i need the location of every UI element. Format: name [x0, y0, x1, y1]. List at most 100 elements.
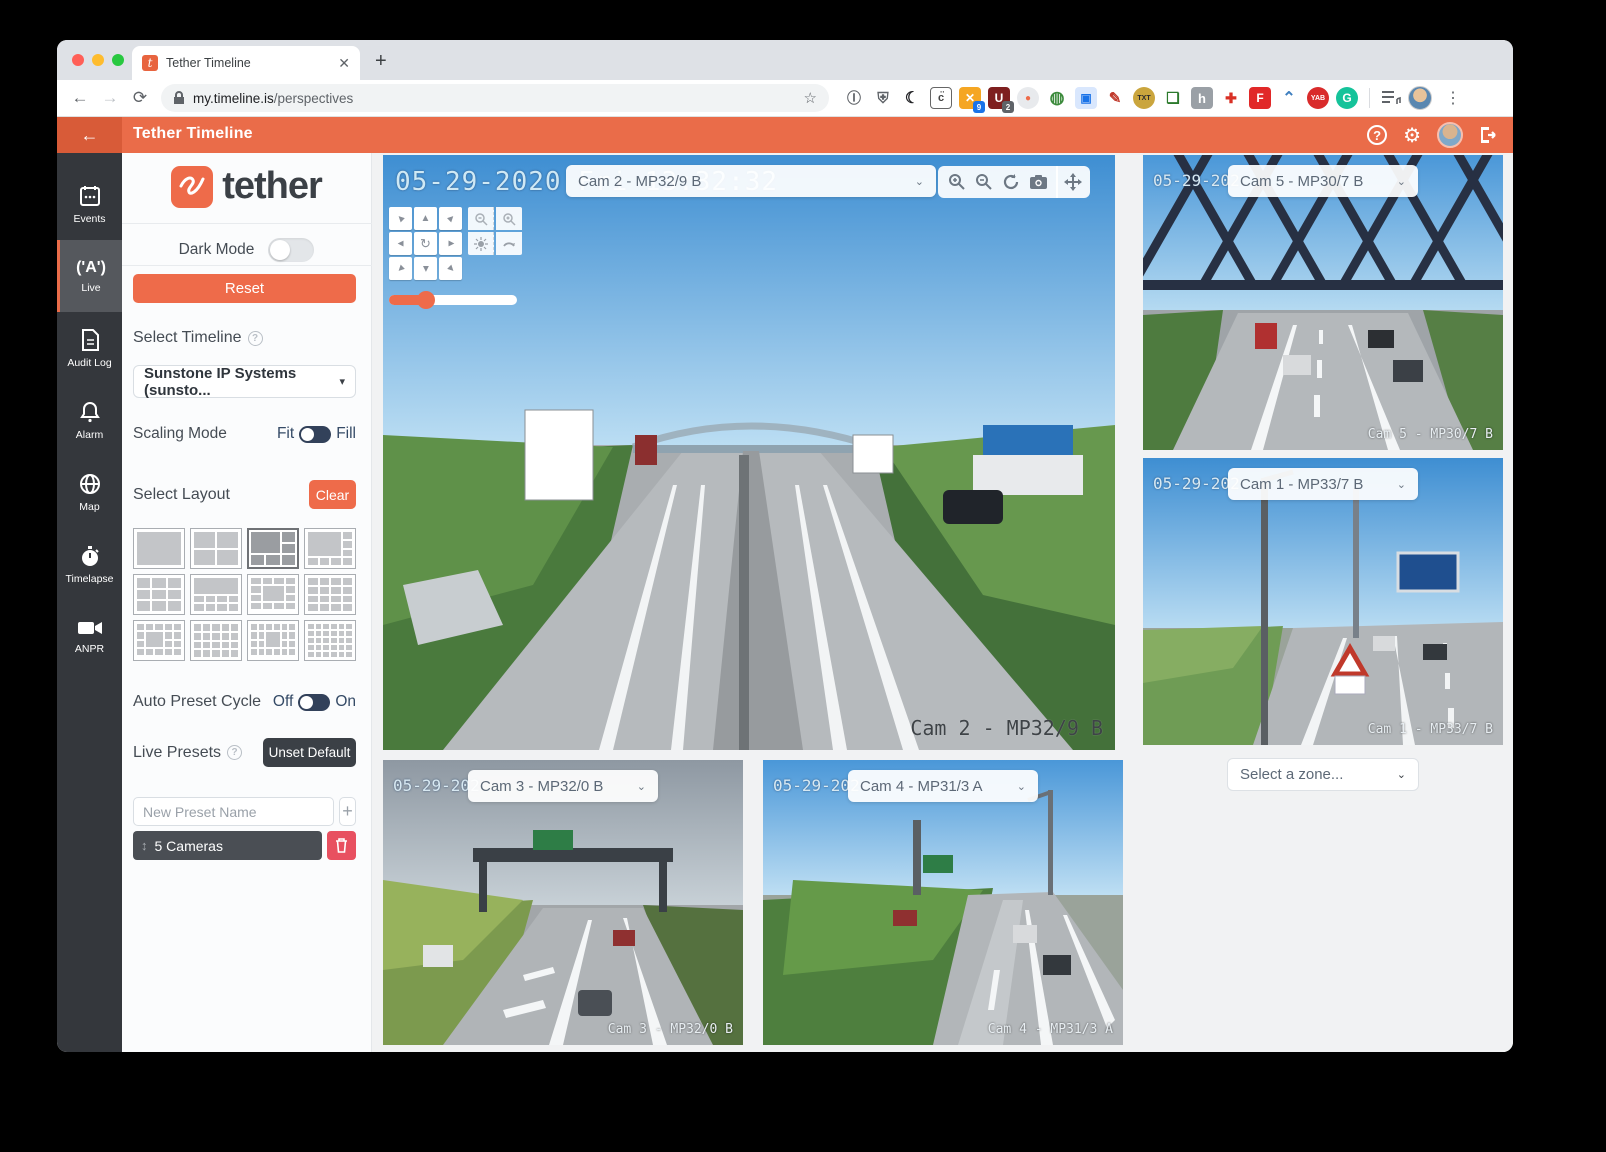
minimize-window-button[interactable]	[92, 54, 104, 66]
red-cross-extension-icon[interactable]: ✚	[1220, 87, 1242, 109]
wiper-icon[interactable]	[496, 232, 522, 255]
ptz-home-button[interactable]: ↻	[414, 232, 437, 255]
layout-option-7[interactable]	[247, 574, 299, 615]
toggle-dot-extension-icon[interactable]: ●	[1017, 87, 1039, 109]
ptz-left-button[interactable]: ▲	[389, 232, 412, 255]
help-icon[interactable]: ?	[1367, 125, 1387, 145]
focus-far-icon[interactable]	[496, 207, 522, 230]
collapse-sidebar-button[interactable]: ←	[57, 117, 122, 153]
brightness-icon[interactable]	[468, 232, 494, 255]
sidebar-item-audit-log[interactable]: Audit Log	[57, 312, 122, 384]
info-circle-extension-icon[interactable]: Ⓘ	[843, 87, 865, 109]
calendar-c-extension-icon[interactable]: c̈	[930, 87, 952, 109]
ptz-down-left-button[interactable]: ▲	[389, 257, 412, 280]
auto-preset-toggle[interactable]	[298, 694, 330, 711]
ptz-zoom-slider[interactable]	[389, 295, 517, 305]
new-tab-button[interactable]: +	[375, 50, 387, 73]
clear-layout-button[interactable]: Clear	[309, 480, 356, 509]
scaling-mode-toggle[interactable]	[299, 426, 331, 443]
layout-option-12[interactable]	[304, 620, 356, 661]
flipboard-extension-icon[interactable]: F	[1249, 87, 1271, 109]
layout-option-6[interactable]	[190, 574, 242, 615]
sidebar-item-events[interactable]: Events	[57, 168, 122, 240]
ptz-up-button[interactable]: ▲	[414, 207, 437, 230]
camera-select-cam1[interactable]: Cam 1 - MP33/7 B ⌄	[1228, 468, 1418, 500]
layout-option-4[interactable]	[304, 528, 356, 569]
snapshot-camera-icon[interactable]	[1029, 174, 1048, 190]
ublock-extension-icon[interactable]: U2	[988, 87, 1010, 109]
forward-button[interactable]: →	[95, 88, 125, 108]
yab-extension-icon[interactable]: YAB	[1307, 87, 1329, 109]
layout-option-9[interactable]	[133, 620, 185, 661]
close-window-button[interactable]	[72, 54, 84, 66]
layout-option-5[interactable]	[133, 574, 185, 615]
user-avatar[interactable]	[1437, 122, 1463, 148]
sidebar-item-alarm[interactable]: Alarm	[57, 384, 122, 456]
reset-button[interactable]: Reset	[133, 274, 356, 303]
browser-menu-icon[interactable]: ⋮	[1445, 88, 1461, 108]
camera-select-cam5[interactable]: Cam 5 - MP30/7 B ⌄	[1228, 165, 1418, 197]
layout-option-10[interactable]	[190, 620, 242, 661]
address-bar[interactable]: my.timeline.is/perspectives ☆	[161, 84, 829, 112]
delete-preset-button[interactable]	[327, 831, 356, 860]
settings-gear-icon[interactable]: ⚙	[1403, 123, 1421, 148]
camera-cell-cam5[interactable]: 05-29-202 Cam 5 - MP30/7 B Cam 5 - MP30/…	[1143, 155, 1503, 450]
camera-select-cam3[interactable]: Cam 3 - MP32/0 B ⌄	[468, 770, 658, 802]
sidebar-item-live[interactable]: ('A') Live	[57, 240, 122, 312]
add-preset-button[interactable]: +	[339, 797, 356, 826]
dark-mode-toggle[interactable]	[268, 238, 314, 262]
preset-item-5-cameras[interactable]: ↕ 5 Cameras	[133, 831, 322, 860]
zone-select[interactable]: Select a zone... ⌄	[1227, 758, 1419, 791]
layout-option-1[interactable]	[133, 528, 185, 569]
ptz-up-right-button[interactable]: ▲	[439, 207, 462, 230]
maximize-window-button[interactable]	[112, 54, 124, 66]
txt-coin-extension-icon[interactable]: TXT	[1133, 87, 1155, 109]
shield-extension-icon[interactable]: ⛨	[872, 87, 894, 109]
reload-button[interactable]: ⟳	[125, 88, 155, 108]
screenshare-extension-icon[interactable]: ▣	[1075, 87, 1097, 109]
camera-cell-cam1[interactable]: 05-29-202 Cam 1 - MP33/7 B Cam 1 - MP33/…	[1143, 458, 1503, 745]
camera-cell-cam3[interactable]: 05-29-202 Cam 3 - MP32/0 B Cam 3 - MP32/…	[383, 760, 743, 1045]
sidebar-item-map[interactable]: Map	[57, 456, 122, 528]
ptz-down-right-button[interactable]: ▲	[439, 257, 462, 280]
reorder-icon[interactable]: ↕	[141, 838, 148, 853]
zoom-in-icon[interactable]	[948, 173, 966, 191]
layout-option-8[interactable]	[304, 574, 356, 615]
logout-icon[interactable]	[1479, 126, 1499, 144]
dark-moon-extension-icon[interactable]: ☾	[901, 87, 923, 109]
help-circle-icon[interactable]: ?	[248, 331, 263, 346]
red-pen-extension-icon[interactable]: ✎	[1104, 87, 1126, 109]
browser-tab[interactable]: t Tether Timeline ✕	[132, 46, 360, 80]
camera-select-cam2[interactable]: Cam 2 - MP32/9 B ⌄	[566, 165, 936, 197]
reading-list-icon[interactable]	[1381, 90, 1401, 106]
help-circle-icon[interactable]: ?	[227, 745, 242, 760]
timeline-select[interactable]: Sunstone IP Systems (sunsto... ▾	[133, 365, 356, 398]
zoom-out-icon[interactable]	[975, 173, 993, 191]
tab-close-icon[interactable]: ✕	[338, 55, 350, 72]
layout-option-2[interactable]	[190, 528, 242, 569]
ptz-right-button[interactable]: ▲	[439, 232, 462, 255]
focus-near-icon[interactable]	[468, 207, 494, 230]
orange-x-extension-icon[interactable]: ✕9	[959, 87, 981, 109]
new-preset-input[interactable]	[133, 797, 334, 826]
layout-option-11[interactable]	[247, 620, 299, 661]
browser-profile-avatar[interactable]	[1408, 86, 1432, 110]
capture-frame-extension-icon[interactable]: ❏	[1162, 87, 1184, 109]
green-globe-extension-icon[interactable]: ◍	[1046, 87, 1068, 109]
bookmark-star-icon[interactable]: ☆	[804, 89, 817, 107]
back-button[interactable]: ←	[65, 88, 95, 108]
ptz-up-left-button[interactable]: ▲	[389, 207, 412, 230]
refresh-icon[interactable]	[1002, 173, 1020, 191]
layout-option-3-selected[interactable]	[247, 528, 299, 569]
h-gray-extension-icon[interactable]: h	[1191, 87, 1213, 109]
pan-move-icon[interactable]	[1064, 173, 1082, 191]
sidebar-item-anpr[interactable]: ANPR	[57, 600, 122, 672]
mountain-extension-icon[interactable]: ⌃	[1278, 87, 1300, 109]
camera-cell-cam2[interactable]: 05-29-2020 Fri 13:32:32 Cam 2 - MP32/9 B…	[383, 155, 1115, 750]
grammarly-extension-icon[interactable]: G	[1336, 87, 1358, 109]
sidebar-item-timelapse[interactable]: Timelapse	[57, 528, 122, 600]
camera-cell-cam4[interactable]: 05-29-202 Cam 4 - MP31/3 A Cam 4 - MP31/…	[763, 760, 1123, 1045]
ptz-down-button[interactable]: ▲	[414, 257, 437, 280]
unset-default-button[interactable]: Unset Default	[263, 738, 356, 767]
camera-select-cam4[interactable]: Cam 4 - MP31/3 A ⌄	[848, 770, 1038, 802]
